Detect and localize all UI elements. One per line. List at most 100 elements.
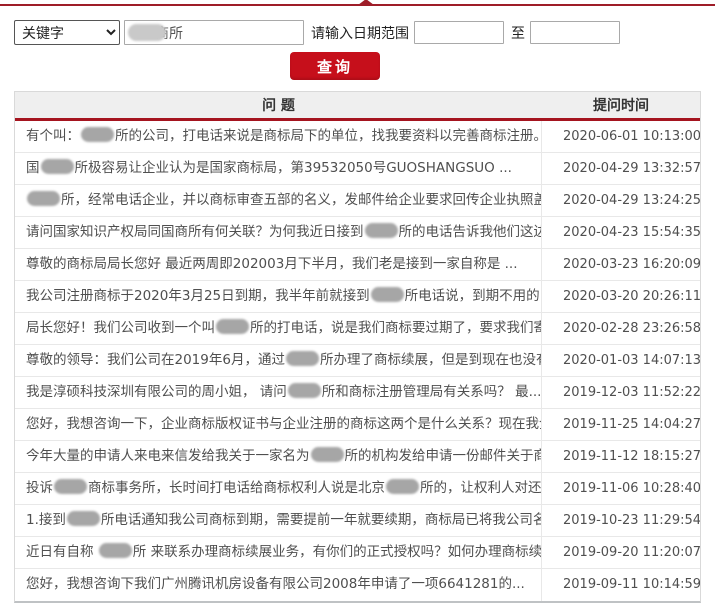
question-table: 问 题 提问时间 有个叫： 所的公司，打电话来说是商标局下的单位，找我要资料以完善…	[14, 91, 701, 603]
question-cell[interactable]: 您好，我想咨询一下，企业商标版权证书与企业注册的商标这两个是什么关系？现在我企业…	[15, 409, 542, 440]
redaction-blur	[54, 479, 87, 494]
qa-search-page: 关键字 请输入日期范围 至 查询 问 题 提问时间 有个叫： 所的公司，打电话来说…	[0, 0, 715, 603]
query-button[interactable]: 查询	[290, 52, 380, 80]
redaction-blur	[81, 127, 114, 142]
question-cell[interactable]: 我是淳硕科技深圳有限公司的周小姐， 请问 所和商标注册管理局有关系吗？ 最...	[15, 377, 542, 408]
question-text: 商标事务所，长时间打电话给商标权利人说是北京	[88, 480, 385, 496]
question-text: 尊敬的领导：我们公司在2019年6月，通过	[26, 352, 285, 368]
question-text: 所 来联系办理商标续展业务，有你们的正式授权吗？如何办理商标续展...	[132, 544, 542, 560]
redaction-blur	[27, 191, 60, 206]
question-text: 有个叫：	[26, 128, 80, 144]
table-row: 我公司注册商标于2020年3月25日到期，我半年前就接到 所电话说，到期不用的..…	[15, 281, 700, 313]
question-cell[interactable]: 国 所极容易让企业认为是国家商标局，第39532050号GUOSHANGSUO .…	[15, 153, 542, 184]
redaction-blur	[370, 287, 404, 302]
question-cell[interactable]: 您好，我想咨询下我们广州腾讯机房设备有限公司2008年申请了一项6641281的…	[15, 569, 542, 601]
table-row: 所，经常电话企业，并以商标审查五部的名义，发邮件给企业要求回传企业执照盖章扫..…	[15, 185, 700, 217]
question-cell[interactable]: 投诉 商标事务所，长时间打电话给商标权利人说是北京 所的，让权利人对还未到续...	[15, 473, 542, 504]
question-time: 2019-11-12 18:15:27	[563, 449, 700, 464]
redaction-blur	[98, 543, 132, 558]
question-text: 尊敬的商标局局长您好 最近两周即202003月下半月，我们老是接到一家自称是 .…	[26, 256, 518, 272]
question-text: 我公司注册商标于2020年3月25日到期，我半年前就接到	[26, 288, 370, 304]
redaction-blur	[285, 351, 319, 366]
question-cell[interactable]: 局长您好！我们公司收到一个叫 所的打电话，说是我们商标要过期了，要求我们寄资料..…	[15, 313, 542, 344]
question-time: 2019-09-11 10:14:59	[563, 577, 700, 592]
question-text: 所极容易让企业认为是国家商标局，第39532050号GUOSHANGSUO ..…	[74, 160, 512, 176]
table-row: 有个叫： 所的公司，打电话来说是商标局下的单位，找我要资料以完善商标注册。但我..…	[15, 121, 700, 153]
question-text: 您好，我想咨询一下，企业商标版权证书与企业注册的商标这两个是什么关系？现在我企业…	[26, 416, 542, 432]
table-row: 您好，我想咨询下我们广州腾讯机房设备有限公司2008年申请了一项6641281的…	[15, 569, 700, 601]
question-cell[interactable]: 所，经常电话企业，并以商标审查五部的名义，发邮件给企业要求回传企业执照盖章扫..…	[15, 185, 542, 216]
question-text: 近日有自称	[26, 544, 98, 560]
table-row: 您好，我想咨询一下，企业商标版权证书与企业注册的商标这两个是什么关系？现在我企业…	[15, 409, 700, 441]
question-text: 所办理了商标续展，但是到现在也没有...	[319, 352, 542, 368]
question-text: 所电话说，到期不用的...	[404, 288, 542, 304]
redaction-blur	[386, 479, 419, 494]
question-time: 2019-10-23 11:29:54	[563, 513, 700, 528]
column-header-time: 提问时间	[593, 98, 649, 114]
question-time: 2020-02-28 23:26:58	[563, 321, 700, 336]
question-time: 2020-03-23 16:20:09	[563, 257, 700, 272]
question-text: 所，经常电话企业，并以商标审查五部的名义，发邮件给企业要求回传企业执照盖章扫..…	[61, 192, 542, 208]
table-row: 1.接到 所电话通知我公司商标到期，需要提前一年就要续期，商标局已将我公司名单..…	[15, 505, 700, 537]
question-text: 所的，让权利人对还未到续...	[420, 480, 542, 496]
question-table-body: 有个叫： 所的公司，打电话来说是商标局下的单位，找我要资料以完善商标注册。但我..…	[15, 121, 700, 601]
question-time: 2020-04-29 13:24:25	[563, 193, 700, 208]
table-row: 我是淳硕科技深圳有限公司的周小姐， 请问 所和商标注册管理局有关系吗？ 最... 2…	[15, 377, 700, 409]
question-text: 国	[26, 160, 40, 176]
question-text: 今年大量的申请人来电来信发给我关于一家名为	[26, 448, 310, 464]
keyword-input-wrap	[124, 20, 304, 45]
question-time: 2019-12-03 11:52:22	[563, 385, 700, 400]
table-row: 局长您好！我们公司收到一个叫 所的打电话，说是我们商标要过期了，要求我们寄资料..…	[15, 313, 700, 345]
question-text: 1.接到	[26, 512, 66, 528]
question-text: 所的机构发给申请一份邮件关于商标续...	[344, 448, 542, 464]
question-cell[interactable]: 今年大量的申请人来电来信发给我关于一家名为 所的机构发给申请一份邮件关于商标续..…	[15, 441, 542, 472]
redaction-blur	[364, 223, 398, 238]
table-row: 今年大量的申请人来电来信发给我关于一家名为 所的机构发给申请一份邮件关于商标续..…	[15, 441, 700, 473]
question-text: 请问国家知识产权局同国商所有何关联？为何我近日接到	[26, 224, 364, 240]
keyword-type-select[interactable]: 关键字	[14, 20, 120, 45]
question-text: 投诉	[26, 480, 53, 496]
date-from-input[interactable]	[414, 21, 504, 44]
date-to-input[interactable]	[530, 21, 620, 44]
table-row: 尊敬的商标局局长您好 最近两周即202003月下半月，我们老是接到一家自称是 .…	[15, 249, 700, 281]
question-cell[interactable]: 请问国家知识产权局同国商所有何关联？为何我近日接到 所的电话告诉我他们这边是知..…	[15, 217, 542, 248]
question-time: 2020-04-29 13:32:57	[563, 161, 700, 176]
redaction-blur	[66, 511, 100, 526]
date-to-label: 至	[511, 25, 525, 42]
question-time: 2019-11-25 14:04:27	[563, 417, 700, 432]
column-header-question: 问 题	[262, 98, 295, 114]
date-range-label: 请输入日期范围	[311, 25, 409, 42]
question-time: 2019-11-06 10:28:40	[563, 481, 700, 496]
redaction-blur	[310, 447, 344, 462]
question-cell[interactable]: 近日有自称 所 来联系办理商标续展业务，有你们的正式授权吗？如何办理商标续展..…	[15, 537, 542, 568]
question-time: 2020-06-01 10:13:00	[563, 129, 700, 144]
question-time: 2019-09-20 11:20:07	[563, 545, 700, 560]
question-time: 2020-04-23 15:54:35	[563, 225, 700, 240]
question-text: 我是淳硕科技深圳有限公司的周小姐， 请问	[26, 384, 287, 400]
question-cell[interactable]: 有个叫： 所的公司，打电话来说是商标局下的单位，找我要资料以完善商标注册。但我..…	[15, 121, 542, 152]
redaction-blur	[287, 383, 321, 398]
table-row: 国 所极容易让企业认为是国家商标局，第39532050号GUOSHANGSUO .…	[15, 153, 700, 185]
question-cell[interactable]: 1.接到 所电话通知我公司商标到期，需要提前一年就要续期，商标局已将我公司名单..…	[15, 505, 542, 536]
question-cell[interactable]: 尊敬的领导：我们公司在2019年6月，通过 所办理了商标续展，但是到现在也没有..…	[15, 345, 542, 376]
keyword-input[interactable]	[124, 20, 304, 45]
table-row: 近日有自称 所 来联系办理商标续展业务，有你们的正式授权吗？如何办理商标续展..…	[15, 537, 700, 569]
question-text: 您好，我想咨询下我们广州腾讯机房设备有限公司2008年申请了一项6641281的…	[26, 576, 525, 592]
top-divider-line	[0, 0, 715, 6]
table-row: 尊敬的领导：我们公司在2019年6月，通过 所办理了商标续展，但是到现在也没有..…	[15, 345, 700, 377]
tab-pointer-triangle	[358, 0, 374, 5]
table-row: 请问国家知识产权局同国商所有何关联？为何我近日接到 所的电话告诉我他们这边是知..…	[15, 217, 700, 249]
button-row: 查询	[0, 52, 715, 80]
question-time: 2020-03-20 20:26:11	[563, 289, 700, 304]
table-header: 问 题 提问时间	[15, 92, 700, 121]
question-cell[interactable]: 我公司注册商标于2020年3月25日到期，我半年前就接到 所电话说，到期不用的..…	[15, 281, 542, 312]
question-text: 所电话通知我公司商标到期，需要提前一年就要续期，商标局已将我公司名单...	[100, 512, 542, 528]
question-text: 局长您好！我们公司收到一个叫	[26, 320, 215, 336]
question-text: 所的打电话，说是我们商标要过期了，要求我们寄资料...	[250, 320, 541, 336]
search-bar: 关键字 请输入日期范围 至	[14, 20, 715, 45]
redaction-blur	[216, 319, 249, 334]
redaction-blur	[40, 159, 74, 174]
table-row: 投诉 商标事务所，长时间打电话给商标权利人说是北京 所的，让权利人对还未到续... 2…	[15, 473, 700, 505]
question-text: 所的公司，打电话来说是商标局下的单位，找我要资料以完善商标注册。但我...	[115, 128, 542, 144]
question-cell[interactable]: 尊敬的商标局局长您好 最近两周即202003月下半月，我们老是接到一家自称是 .…	[15, 249, 542, 280]
